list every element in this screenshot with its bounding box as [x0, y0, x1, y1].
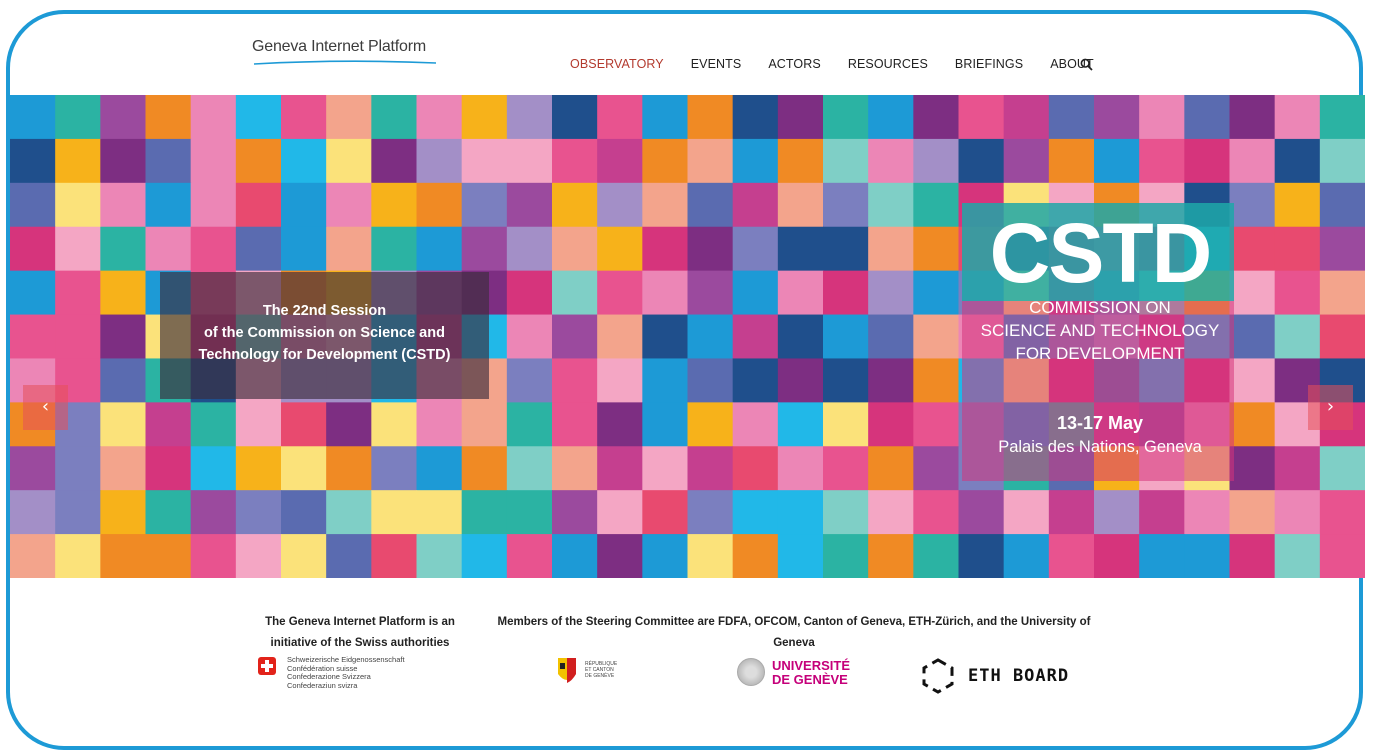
unige-line: UNIVERSITÉ	[772, 658, 851, 673]
site-logo[interactable]: Geneva Internet Platform	[252, 38, 426, 56]
nav-events[interactable]: EVENTS	[691, 57, 742, 71]
footer-initiative-text: The Geneva Internet Platform is an initi…	[265, 616, 455, 649]
unige-seal-icon[interactable]	[737, 658, 765, 686]
chevron-right-icon[interactable]: ›	[1308, 385, 1353, 430]
geneva-logo-text: RÉPUBLIQUE ET CANTON DE GENÈVE	[585, 661, 617, 679]
caption-line: Technology for Development (CSTD)	[198, 347, 451, 363]
main-nav: OBSERVATORY EVENTS ACTORS RESOURCES BRIE…	[570, 57, 1121, 71]
nav-observatory[interactable]: OBSERVATORY	[570, 57, 664, 71]
eth-board-logo-text[interactable]: ETH BOARD	[968, 666, 1069, 686]
nav-briefings[interactable]: BRIEFINGS	[955, 57, 1023, 71]
caption-line: The 22nd Session	[262, 303, 387, 319]
search-icon[interactable]	[1080, 58, 1093, 71]
swiss-flag-icon[interactable]	[258, 657, 276, 675]
cstd-subtitle-line: FOR DEVELOPMENT	[1015, 344, 1185, 363]
caption-line: of the Commission on Science and	[204, 325, 445, 341]
cstd-title: CSTD	[989, 206, 1213, 300]
unige-logo-text[interactable]: UNIVERSITÉ DE GENÈVE	[772, 659, 850, 687]
cstd-date: 13-17 May	[1056, 413, 1144, 433]
swiss-confederation-logo-text[interactable]: Schweizerische Eidgenossenschaft Confédé…	[287, 655, 405, 690]
logo-swoosh	[253, 60, 437, 65]
eth-hexagon-icon[interactable]	[920, 658, 956, 694]
cstd-subtitle-line: COMMISSION ON	[1029, 298, 1171, 317]
geneva-crest-icon[interactable]	[556, 656, 578, 686]
swiss-line: Confederaziun svizra	[287, 680, 358, 690]
slide-caption[interactable]: The 22nd Session of the Commission on Sc…	[160, 300, 489, 366]
cstd-venue: Palais des Nations, Geneva	[998, 438, 1202, 456]
nav-actors[interactable]: ACTORS	[768, 57, 820, 71]
cstd-subtitle: COMMISSION ON SCIENCE AND TECHNOLOGY FOR…	[965, 296, 1235, 365]
nav-resources[interactable]: RESOURCES	[848, 57, 928, 71]
unige-line: DE GENÈVE	[772, 672, 848, 687]
chevron-left-icon[interactable]: ‹	[23, 385, 68, 430]
footer-members-text: Members of the Steering Committee are FD…	[497, 616, 1091, 649]
cstd-subtitle-line: SCIENCE AND TECHNOLOGY	[980, 321, 1220, 340]
geneva-line: DE GENÈVE	[585, 673, 615, 679]
